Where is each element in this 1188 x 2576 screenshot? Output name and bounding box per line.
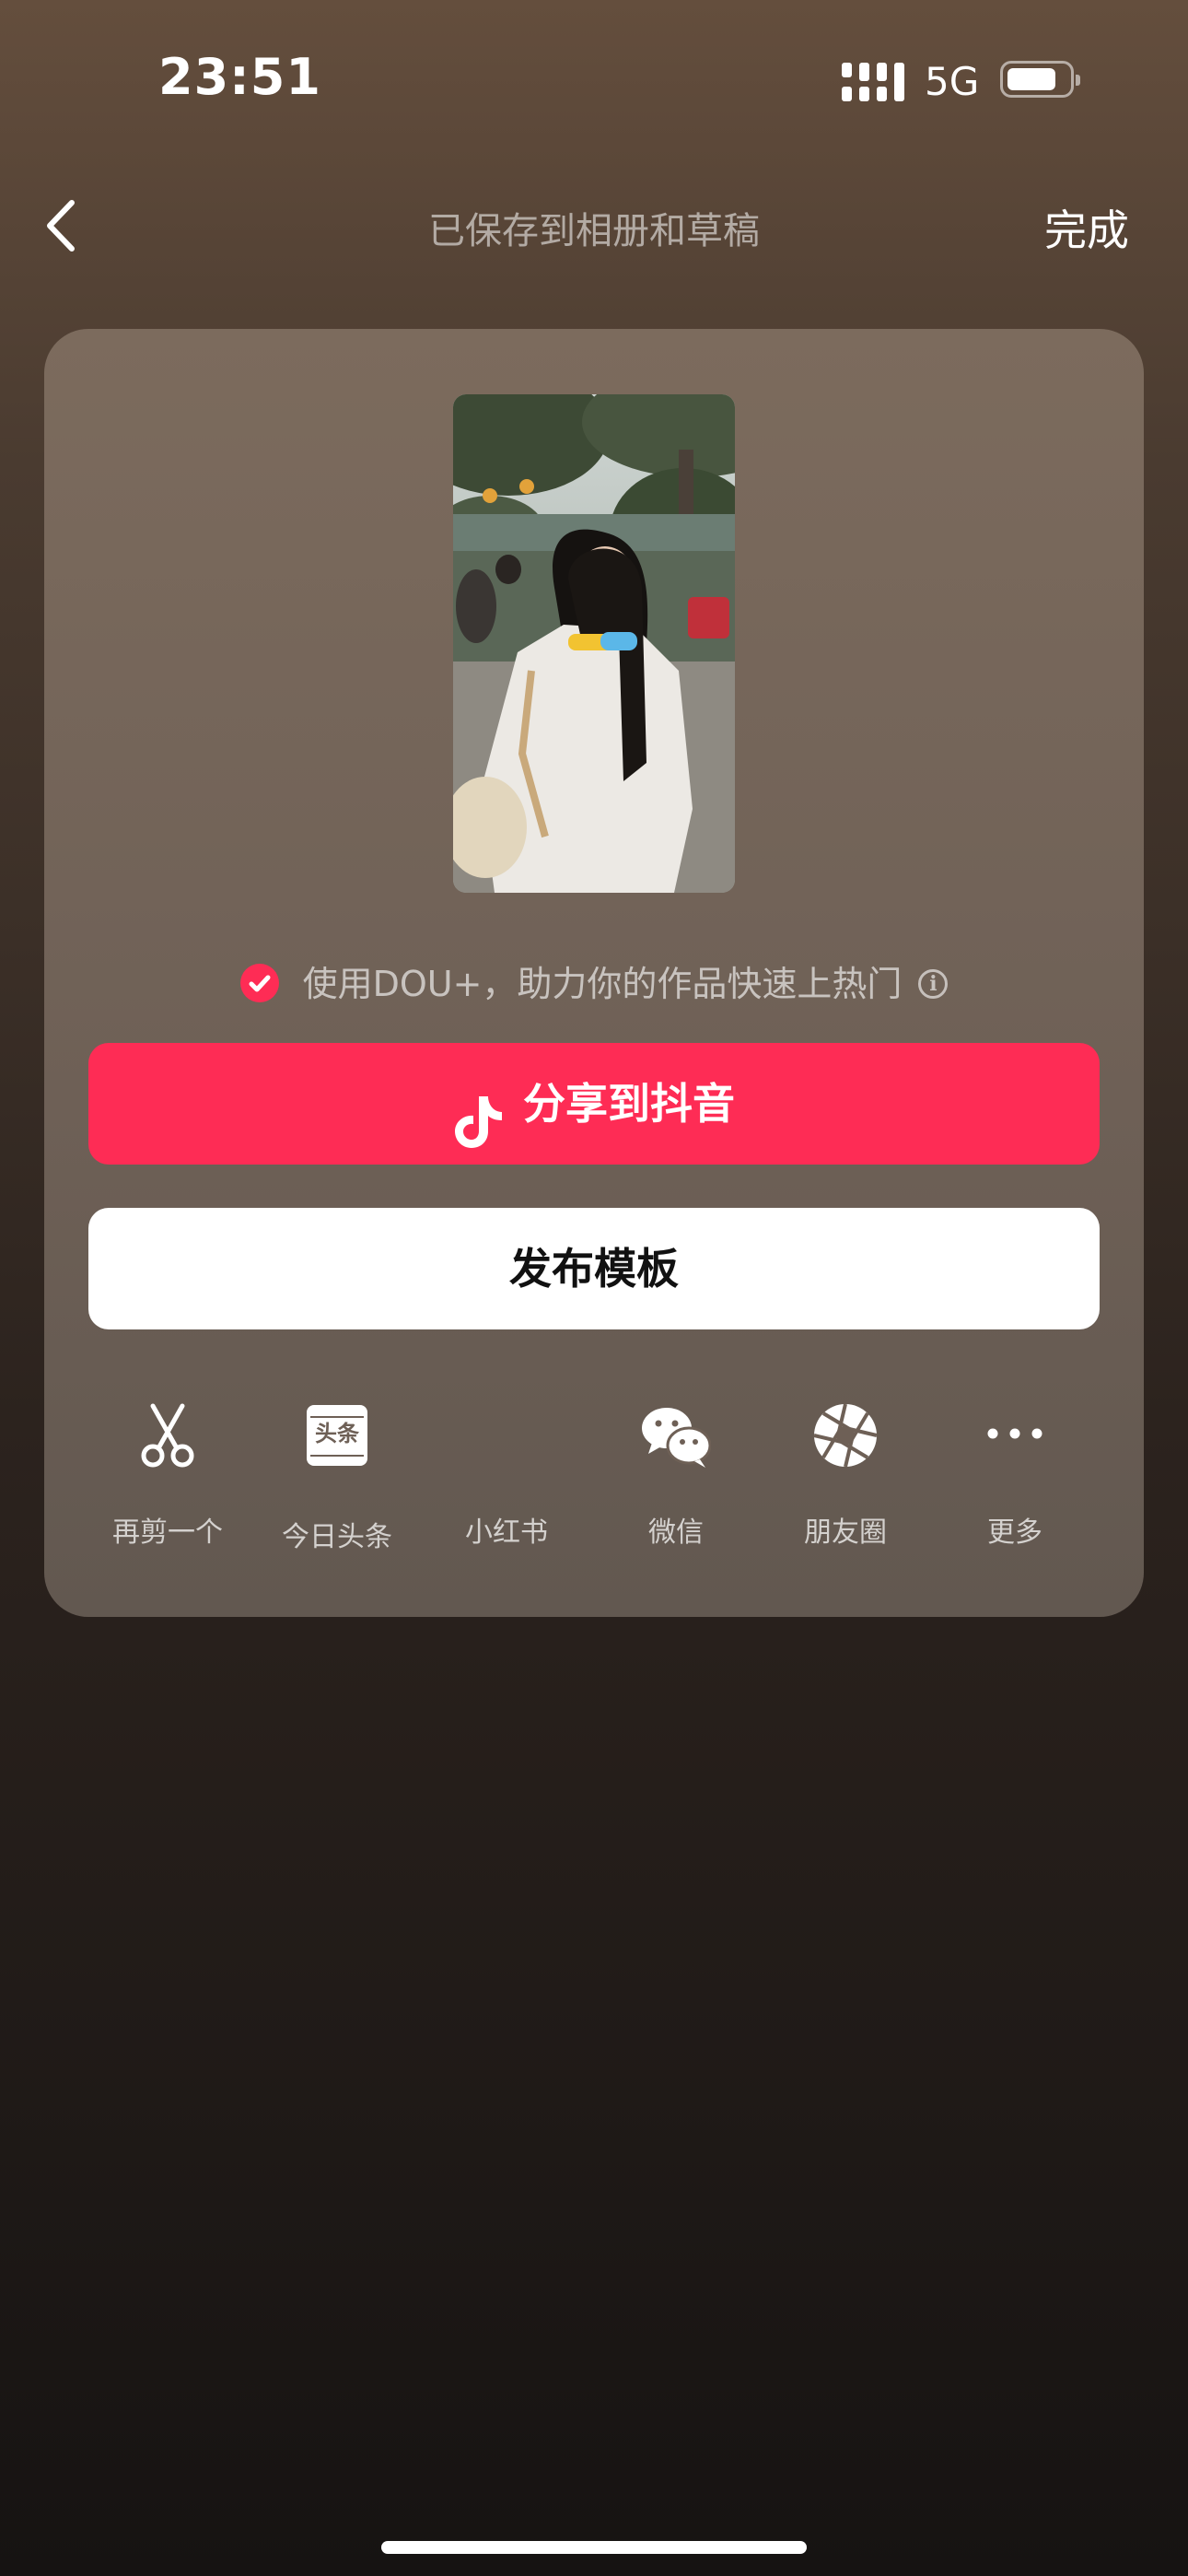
toutiao-icon-text: 头条 <box>315 1421 359 1446</box>
action-more[interactable]: 更多 <box>930 1400 1100 1550</box>
video-preview-image <box>453 394 735 893</box>
action-label: 今日头条 <box>282 1521 392 1553</box>
status-bar: 23:51 5G <box>0 0 1188 157</box>
toutiao-icon: 头条 <box>302 1405 372 1475</box>
share-to-douyin-button[interactable]: 分享到抖音 <box>88 1043 1100 1165</box>
dou-plus-promo[interactable]: 使用DOU+，助力你的作品快速上热门 i <box>44 955 1144 1006</box>
video-thumbnail[interactable] <box>453 394 735 893</box>
checkbox-checked-icon[interactable] <box>239 963 279 1002</box>
status-time: 23:51 <box>158 48 321 106</box>
share-button-label: 分享到抖音 <box>523 1079 735 1129</box>
dou-plus-text: 使用DOU+，助力你的作品快速上热门 <box>302 964 903 1004</box>
battery-icon <box>1000 61 1080 98</box>
xiaohongshu-icon <box>472 1400 542 1470</box>
wechat-icon <box>641 1400 712 1470</box>
action-label: 微信 <box>648 1516 704 1549</box>
action-label: 更多 <box>987 1516 1042 1549</box>
info-icon[interactable]: i <box>918 968 949 999</box>
action-wechat[interactable]: 微信 <box>591 1400 761 1550</box>
action-label: 再剪一个 <box>112 1516 223 1549</box>
page-title: 已保存到相册和草稿 <box>428 210 760 252</box>
more-icon <box>980 1400 1050 1470</box>
network-type-label: 5G <box>925 59 980 104</box>
action-toutiao[interactable]: 头条 今日头条 <box>252 1400 422 1554</box>
action-xiaohongshu[interactable]: 小红书 <box>422 1400 591 1550</box>
moments-icon <box>810 1400 880 1470</box>
home-indicator[interactable] <box>381 2541 807 2554</box>
done-button[interactable]: 完成 <box>1044 197 1129 258</box>
action-moments[interactable]: 朋友圈 <box>761 1400 930 1550</box>
action-label: 小红书 <box>465 1516 548 1549</box>
scissors-icon <box>133 1400 203 1470</box>
action-recut[interactable]: 再剪一个 <box>83 1400 252 1550</box>
action-label: 朋友圈 <box>804 1516 887 1549</box>
top-nav-bar: 已保存到相册和草稿 完成 <box>0 184 1188 267</box>
share-actions-row: 再剪一个 头条 今日头条 小红书 微信 朋友圈 更多 <box>44 1400 1144 1553</box>
export-result-card: 使用DOU+，助力你的作品快速上热门 i 分享到抖音 发布模板 再剪一个 头条 … <box>44 329 1144 1617</box>
cellular-signal-icon <box>842 63 906 101</box>
publish-template-button[interactable]: 发布模板 <box>88 1208 1100 1329</box>
douyin-logo-icon <box>453 1074 503 1148</box>
